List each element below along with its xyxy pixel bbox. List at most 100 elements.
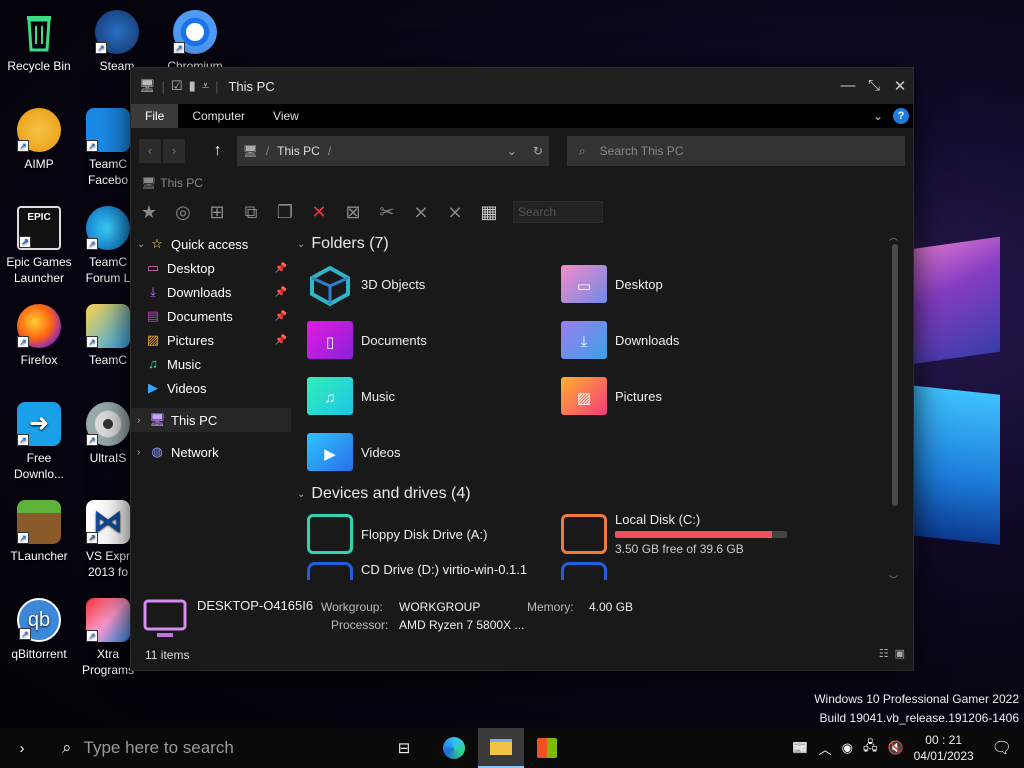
desktop-icon-epic-games[interactable]: EPIC ↗ Epic Games Launcher <box>0 206 78 286</box>
computer-icon: 🖥 <box>141 176 157 190</box>
nav-item-desktop[interactable]: ▭ Desktop 📌 <box>131 256 291 280</box>
file-explorer-window[interactable]: 🖥 | ☑ ▮ ⩡ | This PC — ⤡ ✕ File Computer … <box>130 67 914 671</box>
drives-group-header[interactable]: ⌄ Devices and drives (4) <box>293 482 901 506</box>
address-bar[interactable]: 🖥 / This PC / ⌄ ↻ <box>236 136 549 166</box>
help-icon[interactable]: ? <box>893 108 909 124</box>
tab-computer[interactable]: Computer <box>178 104 259 128</box>
minimize-button[interactable]: — <box>835 77 861 95</box>
edge-icon[interactable] <box>430 728 478 768</box>
tab-file[interactable]: File <box>131 104 179 128</box>
desktop-icon-recycle-bin[interactable]: Recycle Bin <box>0 10 78 74</box>
start-chevron-icon[interactable]: › <box>0 728 44 768</box>
large-icons-view-icon[interactable]: ▣ <box>895 647 905 660</box>
view-options-icon[interactable]: ▦ <box>475 198 503 226</box>
unmap-drive-icon[interactable]: ⨯ <box>407 198 435 226</box>
properties-icon[interactable]: ☑ <box>171 78 183 94</box>
desktop-icon-ultraiso[interactable]: ↗ UltraIS <box>78 402 138 466</box>
computer-icon: 🖥 <box>149 412 166 427</box>
pictures-icon: ▨ <box>146 332 160 347</box>
desktop-icon-tlauncher[interactable]: ↗ TLauncher <box>0 500 78 564</box>
star-icon: ☆ <box>151 236 163 251</box>
nav-quick-access[interactable]: ⌄ ☆ Quick access <box>131 232 291 256</box>
desktop-icon-qbittorrent[interactable]: qb ↗ qBittorrent <box>0 598 78 662</box>
navigation-bar: ‹ › ↑ 🖥 / This PC / ⌄ ↻ ⌕ Search This PC <box>131 128 913 174</box>
delete-icon[interactable]: ✕ <box>305 198 333 226</box>
recycle-bin-icon <box>17 10 61 54</box>
drive-cd-d[interactable]: CD Drive (D:) virtio-win-0.1.1 <box>307 562 561 580</box>
task-view-icon[interactable]: ⊟ <box>392 728 416 768</box>
details-view-icon[interactable]: ☷ <box>879 647 889 660</box>
clock[interactable]: 00 : 21 04/01/2023 <box>914 732 974 764</box>
desktop-icon-chromium[interactable]: ↗ Chromium <box>156 10 234 74</box>
nav-item-downloads[interactable]: ⤓ Downloads 📌 <box>131 280 291 304</box>
new-folder-icon[interactable]: ▮ <box>189 78 196 94</box>
folder-desktop[interactable]: ▭ Desktop <box>561 256 815 312</box>
cut-icon[interactable]: ✂ <box>373 198 401 226</box>
desktop-icon-firefox[interactable]: ↗ Firefox <box>0 304 78 368</box>
desktop-icon-teamc[interactable]: ↗ TeamC <box>78 304 138 368</box>
address-text: This PC <box>277 144 320 158</box>
show-hidden-icons-chevron[interactable]: ︿ <box>819 739 832 758</box>
notifications-icon[interactable]: 🗨 <box>992 738 1012 758</box>
tab-view[interactable]: View <box>259 104 313 128</box>
volume-muted-icon[interactable]: 🔇 <box>887 740 903 756</box>
aimp-icon: ↗ <box>17 108 61 152</box>
forward-button[interactable]: › <box>163 139 185 163</box>
folder-downloads[interactable]: ⤓ Downloads <box>561 312 815 368</box>
desktop-icon-vs-express[interactable]: ⋈ ↗ VS Expr 2013 fo <box>78 500 138 580</box>
folder-documents[interactable]: ▯ Documents <box>307 312 561 368</box>
desktop-icon-steam[interactable]: ↗ Steam <box>78 10 156 74</box>
desktop-icon-aimp[interactable]: ↗ AIMP <box>0 108 78 172</box>
expand-ribbon-icon[interactable]: ⌄ <box>873 109 883 123</box>
title-bar[interactable]: 🖥 | ☑ ▮ ⩡ | This PC — ⤡ ✕ <box>131 68 913 104</box>
nav-this-pc[interactable]: › 🖥 This PC <box>131 408 291 432</box>
desktop-icon-teamc-facebook[interactable]: ↗ TeamC Facebo <box>78 108 138 188</box>
microsoft-store-icon[interactable] <box>524 728 570 768</box>
folder-music[interactable]: ♫ Music <box>307 368 561 424</box>
move-to-icon[interactable]: ❐ <box>271 198 299 226</box>
nav-item-documents[interactable]: ▤ Documents 📌 <box>131 304 291 328</box>
maximize-button[interactable]: ⤡ <box>861 77 887 95</box>
windows-icon[interactable]: ⊞ <box>203 198 231 226</box>
refresh-icon[interactable]: ↻ <box>533 144 543 158</box>
control-panel-icon[interactable]: ◎ <box>169 198 197 226</box>
scroll-down-icon[interactable]: ﹀ <box>889 573 898 586</box>
folder-pictures[interactable]: ▨ Pictures <box>561 368 815 424</box>
delete-permanently-icon[interactable]: ⊠ <box>339 198 367 226</box>
taskbar-search[interactable]: ⌕ Type here to search <box>62 738 362 758</box>
network-tray-icon[interactable]: 🖧 <box>863 737 878 759</box>
up-button[interactable]: ↑ <box>207 142 229 160</box>
nav-item-music[interactable]: ♫ Music <box>131 352 291 376</box>
favorite-star-icon[interactable]: ★ <box>135 198 163 226</box>
search-icon: ⌕ <box>578 143 586 158</box>
file-explorer-taskbar-icon[interactable] <box>478 728 524 768</box>
local-disk-icon <box>561 514 607 554</box>
nav-item-pictures[interactable]: ▨ Pictures 📌 <box>131 328 291 352</box>
desktop-icon-teamc-forum[interactable]: ↗ TeamC Forum L <box>78 206 138 286</box>
news-widget-icon[interactable]: 📰 <box>792 740 808 756</box>
desktop-icon-xtra-programs[interactable]: ↗ Xtra Programs <box>78 598 138 678</box>
drive-partial[interactable] <box>561 562 815 580</box>
search-box[interactable]: ⌕ Search This PC <box>566 136 905 166</box>
back-button[interactable]: ‹ <box>139 139 161 163</box>
webcam-icon[interactable]: ◉ <box>842 740 853 756</box>
folders-group-header[interactable]: ⌄ Folders (7) <box>293 232 901 256</box>
drive-floppy-a[interactable]: Floppy Disk Drive (A:) <box>307 506 561 562</box>
scroll-up-icon[interactable]: ︿ <box>889 230 898 243</box>
nav-network[interactable]: › ◍ Network <box>131 440 291 464</box>
processor-value: AMD Ryzen 7 5800X ... <box>399 618 525 632</box>
vertical-scrollbar[interactable]: ︿ ﹀ <box>889 230 899 585</box>
customize-chevron-icon[interactable]: ⩡ <box>202 78 209 94</box>
toolbar-search-input[interactable]: Search <box>513 201 603 223</box>
scrollbar-thumb[interactable] <box>892 244 898 506</box>
xtra-programs-icon: ↗ <box>86 598 130 642</box>
folder-videos[interactable]: ▶ Videos <box>307 424 561 480</box>
nav-item-videos[interactable]: ▶ Videos <box>131 376 291 400</box>
disconnect-icon[interactable]: ⨯ <box>441 198 469 226</box>
address-history-chevron-icon[interactable]: ⌄ <box>507 144 517 158</box>
close-button[interactable]: ✕ <box>887 77 913 95</box>
folder-3d-objects[interactable]: 3D Objects <box>307 256 561 312</box>
desktop-icon-free-download[interactable]: ➜ ↗ Free Downlo... <box>0 402 78 482</box>
copy-to-icon[interactable]: ⧉ <box>237 198 265 226</box>
drive-local-c[interactable]: Local Disk (C:) 3.50 GB free of 39.6 GB <box>561 506 815 562</box>
